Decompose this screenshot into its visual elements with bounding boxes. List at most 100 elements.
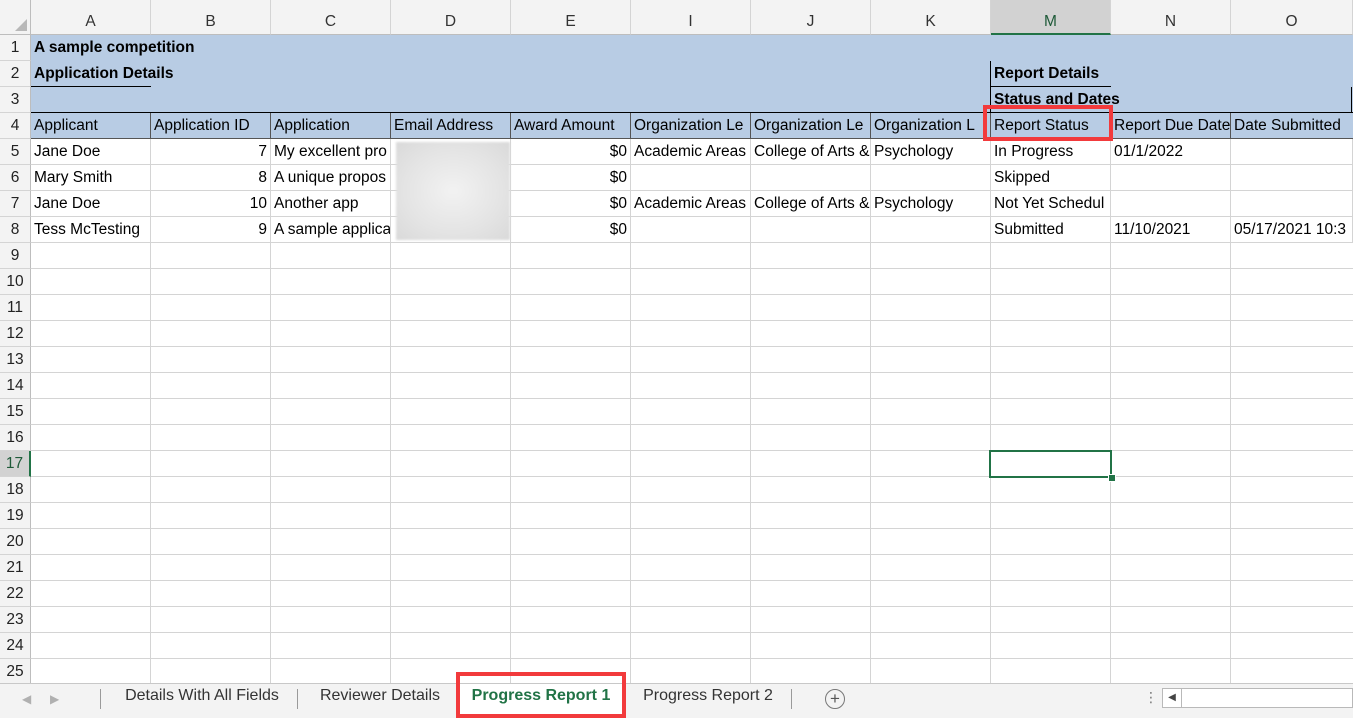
header-organization-level-3[interactable]: Organization L xyxy=(871,113,991,139)
cell-report-due-date[interactable]: 11/10/2021 xyxy=(1111,217,1231,243)
column-header-j[interactable]: J xyxy=(751,0,871,35)
column-header-i[interactable]: I xyxy=(631,0,751,35)
cell-applicant[interactable]: Mary Smith xyxy=(31,165,151,191)
header-organization-level-2[interactable]: Organization Le xyxy=(751,113,871,139)
column-header-m[interactable]: M xyxy=(991,0,1111,35)
cell-organization-level-2[interactable]: College of Arts & xyxy=(751,191,871,217)
cell-date-submitted[interactable] xyxy=(1231,165,1353,191)
row-header[interactable]: 20 xyxy=(0,529,31,555)
header-email-address[interactable]: Email Address xyxy=(391,113,511,139)
column-header-d[interactable]: D xyxy=(391,0,511,35)
selected-cell[interactable] xyxy=(989,450,1112,478)
application-details-label[interactable]: Application Details xyxy=(31,61,231,87)
cell-date-submitted[interactable] xyxy=(1231,191,1353,217)
header-application-id[interactable]: Application ID xyxy=(151,113,271,139)
cell-report-status[interactable]: Skipped xyxy=(991,165,1111,191)
cell-applicant[interactable]: Tess McTesting xyxy=(31,217,151,243)
row-header[interactable]: 15 xyxy=(0,399,31,425)
cell-applicant[interactable]: Jane Doe xyxy=(31,191,151,217)
cell-organization-level-1[interactable]: Academic Areas xyxy=(631,191,751,217)
cell-application-id[interactable]: 8 xyxy=(151,165,271,191)
cell-organization-level-3[interactable] xyxy=(871,165,991,191)
cell-date-submitted[interactable] xyxy=(1231,139,1353,165)
column-header-k[interactable]: K xyxy=(871,0,991,35)
cell-report-due-date[interactable] xyxy=(1111,191,1231,217)
row-header[interactable]: 21 xyxy=(0,555,31,581)
cell-report-status[interactable]: In Progress xyxy=(991,139,1111,165)
cell-application-id[interactable]: 7 xyxy=(151,139,271,165)
row-header[interactable]: 8 xyxy=(0,217,31,243)
row-header[interactable]: 13 xyxy=(0,347,31,373)
cell-application[interactable]: A sample applica xyxy=(271,217,391,243)
row-header[interactable]: 10 xyxy=(0,269,31,295)
tab-details-with-all-fields[interactable]: Details With All Fields xyxy=(108,684,296,720)
cell-report-due-date[interactable] xyxy=(1111,165,1231,191)
row-header[interactable]: 7 xyxy=(0,191,31,217)
row-header[interactable]: 5 xyxy=(0,139,31,165)
column-header-n[interactable]: N xyxy=(1111,0,1231,35)
cell-organization-level-3[interactable]: Psychology xyxy=(871,139,991,165)
column-header-b[interactable]: B xyxy=(151,0,271,35)
select-all-corner[interactable] xyxy=(0,0,31,35)
header-award-amount[interactable]: Award Amount xyxy=(511,113,631,139)
column-header-o[interactable]: O xyxy=(1231,0,1353,35)
next-sheet-icon[interactable]: ▶ xyxy=(50,692,59,706)
cell-report-status[interactable]: Submitted xyxy=(991,217,1111,243)
cell-organization-level-1[interactable]: Academic Areas xyxy=(631,139,751,165)
cell-application[interactable]: A unique propos xyxy=(271,165,391,191)
cell-application-id[interactable]: 9 xyxy=(151,217,271,243)
row-header[interactable]: 19 xyxy=(0,503,31,529)
report-details-label[interactable]: Report Details xyxy=(991,61,1191,87)
sheet-title[interactable]: A sample competition xyxy=(31,35,431,61)
row-header[interactable]: 1 xyxy=(0,35,31,61)
row-header[interactable]: 14 xyxy=(0,373,31,399)
row-header[interactable]: 9 xyxy=(0,243,31,269)
cell-award-amount[interactable]: $0 xyxy=(511,217,631,243)
cell-organization-level-1[interactable] xyxy=(631,165,751,191)
cell-organization-level-3[interactable]: Psychology xyxy=(871,191,991,217)
cell-organization-level-1[interactable] xyxy=(631,217,751,243)
header-date-submitted[interactable]: Date Submitted xyxy=(1231,113,1353,139)
column-header-e[interactable]: E xyxy=(511,0,631,35)
row-header[interactable]: 16 xyxy=(0,425,31,451)
cell-applicant[interactable]: Jane Doe xyxy=(31,139,151,165)
row-header[interactable]: 24 xyxy=(0,633,31,659)
cell-organization-level-2[interactable] xyxy=(751,165,871,191)
row-header[interactable]: 12 xyxy=(0,321,31,347)
add-sheet-icon[interactable]: + xyxy=(825,689,845,709)
row-header[interactable]: 18 xyxy=(0,477,31,503)
header-report-due-date[interactable]: Report Due Date xyxy=(1111,113,1231,139)
row-header[interactable]: 2 xyxy=(0,61,31,87)
cell-award-amount[interactable]: $0 xyxy=(511,191,631,217)
tab-progress-report-2[interactable]: Progress Report 2 xyxy=(630,684,786,720)
row-header[interactable]: 6 xyxy=(0,165,31,191)
cell-date-submitted[interactable]: 05/17/2021 10:3 xyxy=(1231,217,1353,243)
cell-report-due-date[interactable]: 01/1/2022 xyxy=(1111,139,1231,165)
header-applicant[interactable]: Applicant xyxy=(31,113,151,139)
column-header-c[interactable]: C xyxy=(271,0,391,35)
prev-sheet-icon[interactable]: ◀ xyxy=(22,692,31,706)
cell-award-amount[interactable]: $0 xyxy=(511,139,631,165)
cell-report-status[interactable]: Not Yet Schedul xyxy=(991,191,1111,217)
scroll-left-icon[interactable]: ◀ xyxy=(1163,689,1182,707)
split-handle-icon[interactable]: ⋮ xyxy=(1144,690,1158,704)
row-header[interactable]: 22 xyxy=(0,581,31,607)
spreadsheet-grid[interactable]: A B C D E I J K M N O 1 2 3 4 5 6 7 8 9 … xyxy=(0,0,1353,683)
cell-award-amount[interactable]: $0 xyxy=(511,165,631,191)
cell-application[interactable]: Another app xyxy=(271,191,391,217)
row-header[interactable]: 11 xyxy=(0,295,31,321)
tab-reviewer-details[interactable]: Reviewer Details xyxy=(305,684,455,720)
cell-application[interactable]: My excellent pro xyxy=(271,139,391,165)
row-header[interactable]: 25 xyxy=(0,659,31,683)
row-header[interactable]: 23 xyxy=(0,607,31,633)
fill-handle[interactable] xyxy=(1108,474,1116,482)
header-application[interactable]: Application xyxy=(271,113,391,139)
row-header[interactable]: 4 xyxy=(0,113,31,139)
cell-organization-level-3[interactable] xyxy=(871,217,991,243)
header-organization-level-1[interactable]: Organization Le xyxy=(631,113,751,139)
column-header-a[interactable]: A xyxy=(31,0,151,35)
horizontal-scrollbar[interactable]: ◀ xyxy=(1162,688,1353,708)
row-header[interactable]: 3 xyxy=(0,87,31,113)
row-header[interactable]: 17 xyxy=(0,451,31,477)
cell-organization-level-2[interactable]: College of Arts & xyxy=(751,139,871,165)
